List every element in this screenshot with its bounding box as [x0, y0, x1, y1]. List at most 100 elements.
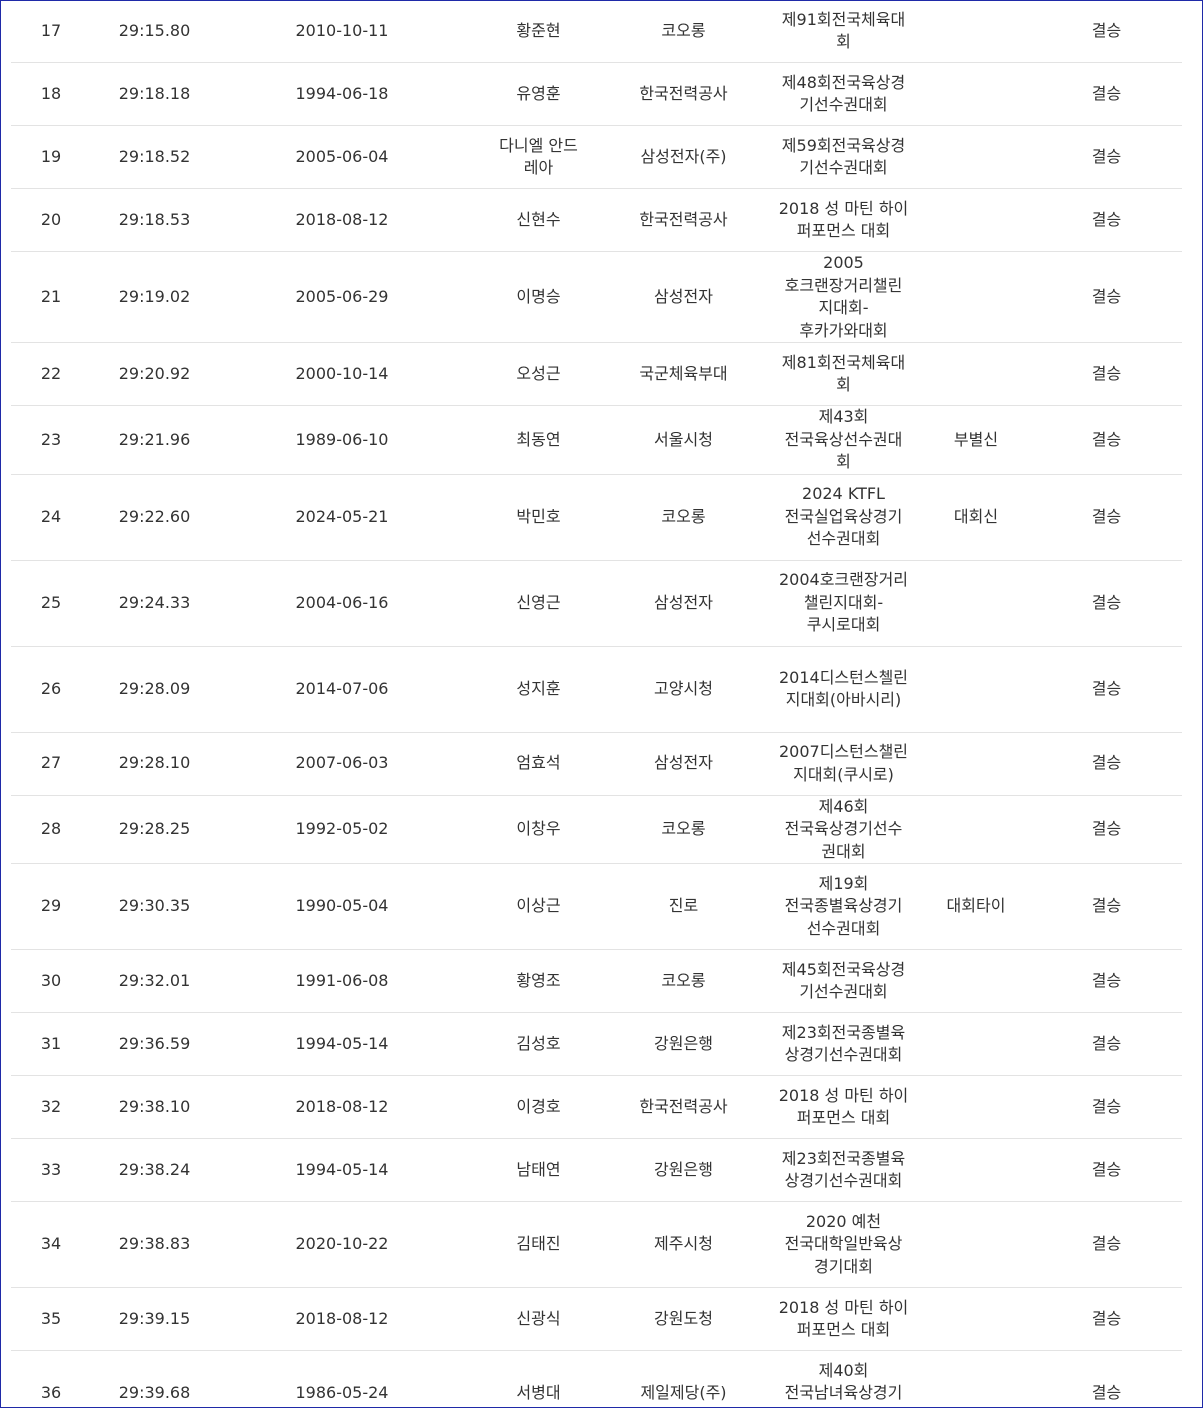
date-cell: 1994-05-14	[221, 1012, 476, 1076]
rank-cell: 18	[11, 62, 71, 126]
athlete-name-cell: 성지훈	[476, 646, 601, 733]
round-cell: 결승	[1031, 1138, 1182, 1202]
meet-name-cell: 제48회전국육상경기선수권대회	[766, 62, 921, 126]
record-time-cell: 29:18.53	[71, 188, 221, 252]
table-row: 30 29:32.01 1991-06-08 황영조 코오롱 제45회전국육상경기선수권대…	[11, 949, 1182, 1013]
record-time-cell: 29:22.60	[71, 474, 221, 561]
record-note-cell	[921, 1, 1031, 63]
meet-name-text: 2005 호크랜장거리챌린지대회-후카가와대회	[784, 253, 903, 340]
table-row: 33 29:38.24 1994-05-14 남태연 강원은행 제23회전국종별육상경기선…	[11, 1138, 1182, 1202]
athlete-name-cell: 김성호	[476, 1012, 601, 1076]
round-cell: 결승	[1031, 795, 1182, 864]
record-note-cell	[921, 1287, 1031, 1351]
round-cell: 결승	[1031, 1350, 1182, 1407]
rank-cell: 32	[11, 1075, 71, 1139]
athlete-name-text: 유영훈	[516, 83, 561, 103]
team-cell: 강원도청	[601, 1287, 766, 1351]
rank-cell: 25	[11, 560, 71, 647]
meet-name-text: 제59회전국육상경기선수권대회	[781, 135, 906, 178]
team-cell: 진로	[601, 863, 766, 950]
table-row: 26 29:28.09 2014-07-06 성지훈 고양시청 2014디스턴스첼린지대회…	[11, 646, 1182, 733]
athlete-name-text: 신현수	[516, 209, 561, 229]
meet-name-text: 제45회전국육상경기선수권대회	[781, 959, 906, 1002]
athlete-name-text: 이명승	[516, 286, 561, 306]
record-note-cell	[921, 188, 1031, 252]
record-note-cell	[921, 795, 1031, 864]
rank-cell: 20	[11, 188, 71, 252]
team-cell: 코오롱	[601, 474, 766, 561]
table-row: 31 29:36.59 1994-05-14 김성호 강원은행 제23회전국종별육상경기선…	[11, 1012, 1182, 1076]
table-row: 23 29:21.96 1989-06-10 최동연 서울시청 제43회 전국육상선수권대…	[11, 405, 1182, 475]
athlete-name-cell: 신현수	[476, 188, 601, 252]
athlete-name-cell: 이창우	[476, 795, 601, 864]
meet-name-text: 2007디스턴스챌린지대회(쿠시로)	[778, 742, 909, 784]
date-cell: 1991-06-08	[221, 949, 476, 1013]
athlete-name-text: 황영조	[516, 970, 561, 990]
record-note-cell	[921, 342, 1031, 406]
meet-name-cell: 2018 성 마틴 하이 퍼포먼스 대회	[766, 1075, 921, 1139]
table-row: 22 29:20.92 2000-10-14 오성근 국군체육부대 제81회전국체육대회 결…	[11, 342, 1182, 406]
athlete-name-cell: 남태연	[476, 1138, 601, 1202]
athlete-name-cell: 김태진	[476, 1201, 601, 1288]
round-cell: 결승	[1031, 342, 1182, 406]
athlete-name-cell: 신영근	[476, 560, 601, 647]
athlete-name-cell: 오성근	[476, 342, 601, 406]
meet-name-cell: 2018 성 마틴 하이 퍼포먼스 대회	[766, 1287, 921, 1351]
athlete-name-cell: 신광식	[476, 1287, 601, 1351]
record-note-cell	[921, 949, 1031, 1013]
meet-name-cell: 제43회 전국육상선수권대회	[766, 405, 921, 475]
rank-cell: 26	[11, 646, 71, 733]
team-cell: 코오롱	[601, 1, 766, 63]
date-cell: 2020-10-22	[221, 1201, 476, 1288]
record-note-cell	[921, 1201, 1031, 1288]
meet-name-cell: 2004호크랜장거리챌린지대회-쿠시로대회	[766, 560, 921, 647]
athlete-name-cell: 황준현	[476, 1, 601, 63]
meet-name-text: 제91회전국체육대회	[781, 9, 906, 52]
athlete-name-cell: 박민호	[476, 474, 601, 561]
records-body: 17 29:15.80 2010-10-11 황준현 코오롱 제91회전국체육대회 결승 18…	[11, 1, 1182, 1407]
athlete-name-text: 이창우	[516, 819, 561, 838]
date-cell: 1992-05-02	[221, 795, 476, 864]
table-row: 25 29:24.33 2004-06-16 신영근 삼성전자 2004호크랜장거리챌린지…	[11, 560, 1182, 647]
record-time-cell: 29:28.09	[71, 646, 221, 733]
meet-name-cell: 2007디스턴스챌린지대회(쿠시로)	[766, 732, 921, 796]
record-time-cell: 29:32.01	[71, 949, 221, 1013]
rank-cell: 24	[11, 474, 71, 561]
meet-name-cell: 제46회 전국육상경기선수권대회	[766, 795, 921, 864]
table-row: 32 29:38.10 2018-08-12 이경호 한국전력공사 2018 성 마틴 하…	[11, 1075, 1182, 1139]
meet-name-text: 2004호크랜장거리챌린지대회-쿠시로대회	[778, 570, 909, 635]
table-row: 27 29:28.10 2007-06-03 엄효석 삼성전자 2007디스턴스챌린지대회…	[11, 732, 1182, 796]
record-note-cell	[921, 62, 1031, 126]
record-note-cell	[921, 1012, 1031, 1076]
records-table: 17 29:15.80 2010-10-11 황준현 코오롱 제91회전국체육대회 결승 18…	[11, 1, 1182, 1407]
athlete-name-text: 신영근	[516, 592, 561, 612]
meet-name-cell: 제59회전국육상경기선수권대회	[766, 125, 921, 189]
meet-name-text: 제23회전국종별육상경기선수권대회	[781, 1022, 906, 1065]
team-cell: 한국전력공사	[601, 62, 766, 126]
table-row: 24 29:22.60 2024-05-21 박민호 코오롱 2024 KTFL 전국실업…	[11, 474, 1182, 561]
record-time-cell: 29:38.10	[71, 1075, 221, 1139]
record-time-cell: 29:38.24	[71, 1138, 221, 1202]
team-cell: 국군체육부대	[601, 342, 766, 406]
table-row: 28 29:28.25 1992-05-02 이창우 코오롱 제46회 전국육상경기선수권…	[11, 795, 1182, 864]
athlete-name-text: 최동연	[516, 429, 561, 449]
rank-cell: 36	[11, 1350, 71, 1407]
team-cell: 한국전력공사	[601, 1075, 766, 1139]
athlete-name-cell: 유영훈	[476, 62, 601, 126]
rank-cell: 27	[11, 732, 71, 796]
date-cell: 2018-08-12	[221, 1075, 476, 1139]
athlete-name-text: 이상근	[516, 896, 561, 916]
round-cell: 결승	[1031, 188, 1182, 252]
record-note-cell	[921, 560, 1031, 647]
date-cell: 2018-08-12	[221, 188, 476, 252]
rank-cell: 29	[11, 863, 71, 950]
table-row: 35 29:39.15 2018-08-12 신광식 강원도청 2018 성 마틴 하이 …	[11, 1287, 1182, 1351]
round-cell: 결승	[1031, 1, 1182, 63]
athlete-name-text: 다니엘 안드레아	[499, 135, 578, 178]
meet-name-text: 2024 KTFL 전국실업육상경기선수권대회	[784, 484, 903, 549]
date-cell: 2005-06-29	[221, 251, 476, 343]
meet-name-text: 2018 성 마틴 하이 퍼포먼스 대회	[778, 1085, 909, 1128]
rank-cell: 21	[11, 251, 71, 343]
meet-name-cell: 2020 예천 전국대학일반육상경기대회	[766, 1201, 921, 1288]
rank-cell: 34	[11, 1201, 71, 1288]
